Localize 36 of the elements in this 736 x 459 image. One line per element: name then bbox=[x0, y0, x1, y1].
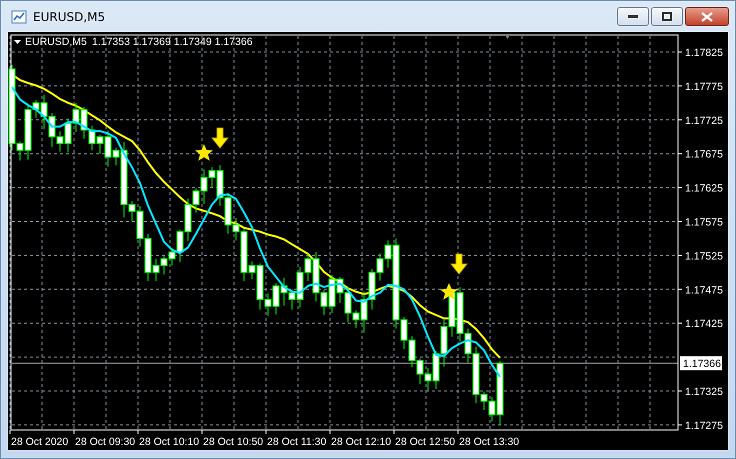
time-label: 28 Oct 11:30 bbox=[267, 436, 326, 448]
star-icon bbox=[440, 283, 458, 300]
collapse-triangle-icon[interactable] bbox=[14, 40, 21, 44]
price-label: 1.17725 bbox=[685, 114, 723, 127]
price-label: 1.17425 bbox=[685, 318, 723, 330]
down-arrow-icon bbox=[450, 254, 468, 275]
time-label: 28 Oct 12:50 bbox=[395, 436, 456, 448]
price-label: 1.17825 bbox=[685, 47, 723, 59]
price-label: 1.17675 bbox=[685, 148, 723, 161]
time-label: 28 Oct 12:10 bbox=[331, 436, 392, 448]
maximize-button[interactable] bbox=[651, 7, 683, 26]
price-label: 1.17325 bbox=[685, 386, 723, 398]
time-label: 28 Oct 2020 bbox=[11, 436, 68, 448]
time-label: 28 Oct 10:50 bbox=[203, 436, 264, 448]
time-label: 28 Oct 09:30 bbox=[75, 436, 136, 448]
price-label: 1.17275 bbox=[685, 420, 723, 432]
time-label: 28 Oct 13:30 bbox=[459, 436, 520, 448]
price-label: 1.17625 bbox=[685, 182, 723, 195]
price-label: 1.17475 bbox=[685, 284, 723, 296]
window-title: EURUSD,M5 bbox=[33, 10, 106, 24]
current-price-label: 1.17366 bbox=[680, 356, 722, 370]
time-label: 28 Oct 10:10 bbox=[139, 436, 200, 448]
close-icon bbox=[701, 12, 713, 22]
minimize-button[interactable] bbox=[617, 7, 649, 26]
close-button[interactable] bbox=[685, 7, 729, 26]
price-label: 1.17575 bbox=[685, 216, 723, 228]
chart-window-icon bbox=[11, 8, 27, 24]
price-label: 1.17775 bbox=[685, 80, 723, 93]
ohlc-values: 1.17353 1.17369 1.17349 1.17366 bbox=[92, 36, 253, 48]
price-label: 1.17525 bbox=[685, 250, 723, 262]
maximize-icon bbox=[662, 12, 672, 21]
star-icon bbox=[195, 144, 213, 161]
down-arrow-icon bbox=[211, 128, 229, 149]
symbol-label: EURUSD,M5 bbox=[25, 36, 87, 48]
chart-shift-icon bbox=[505, 35, 510, 39]
minimize-icon bbox=[628, 14, 638, 18]
